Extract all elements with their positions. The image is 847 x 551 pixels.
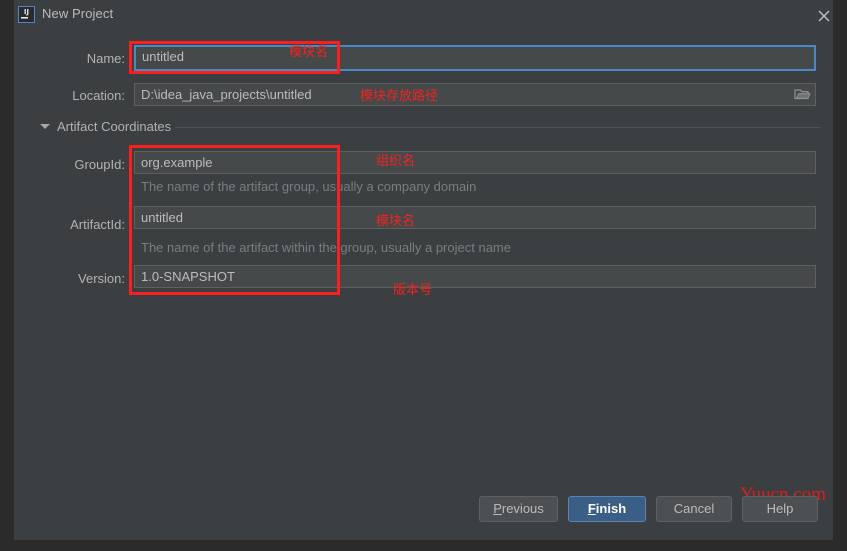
version-input[interactable]: 1.0-SNAPSHOT — [134, 265, 816, 288]
artifact-id-label: ArtifactId: — [70, 217, 125, 232]
location-label: Location: — [72, 88, 125, 103]
name-input[interactable]: untitled — [134, 45, 816, 71]
previous-button-mnemonic: P — [493, 501, 502, 516]
new-project-dialog: IJ New Project Name: untitled Location: … — [14, 0, 833, 540]
chevron-down-icon — [40, 124, 50, 129]
name-label: Name: — [86, 51, 125, 66]
group-id-input[interactable]: org.example — [134, 151, 816, 174]
previous-button[interactable]: Previous — [479, 496, 558, 522]
artifact-id-hint: The name of the artifact within the grou… — [141, 240, 511, 255]
finish-button[interactable]: Finish — [568, 496, 646, 522]
finish-button-label: inish — [595, 501, 627, 516]
artifact-coordinates-title: Artifact Coordinates — [57, 119, 172, 134]
group-id-label: GroupId: — [74, 157, 125, 172]
close-icon[interactable] — [801, 0, 847, 30]
svg-text:IJ: IJ — [24, 8, 29, 16]
location-input[interactable]: D:\idea_java_projects\untitled — [134, 83, 816, 106]
artifact-coordinates-group-header[interactable]: Artifact Coordinates — [40, 119, 820, 135]
folder-icon[interactable] — [794, 86, 811, 101]
help-button[interactable]: Help — [742, 496, 818, 522]
window-title: New Project — [42, 6, 114, 21]
group-id-hint: The name of the artifact group, usually … — [141, 179, 477, 194]
group-separator — [175, 127, 820, 128]
title-bar: IJ New Project — [14, 0, 833, 30]
version-label: Version: — [78, 271, 125, 286]
cancel-button[interactable]: Cancel — [656, 496, 732, 522]
artifact-id-input[interactable]: untitled — [134, 206, 816, 229]
previous-button-label: revious — [501, 501, 544, 516]
intellij-idea-icon: IJ — [18, 6, 35, 23]
finish-button-mnemonic: F — [587, 501, 596, 516]
